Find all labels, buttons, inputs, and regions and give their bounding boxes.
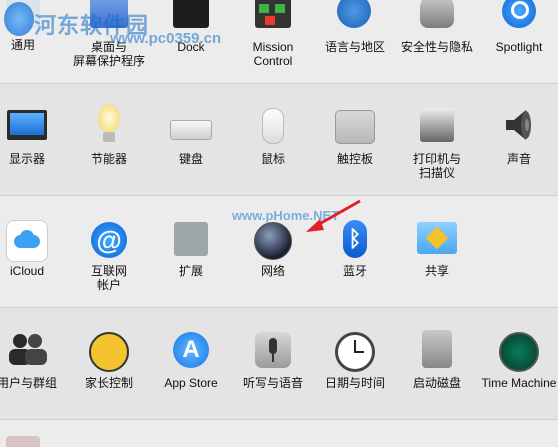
pref-extensions[interactable]: 扩展 [150, 208, 232, 303]
pref-label: 共享 [424, 264, 449, 278]
pref-label: 声音 [506, 152, 531, 166]
pref-label: 日期与时间 [324, 376, 385, 390]
pref-label: Spotlight [495, 40, 543, 54]
trackpad-icon [335, 110, 375, 144]
pref-label: 扩展 [178, 264, 203, 278]
watermark-url: www.pc0359.cn [110, 30, 222, 47]
parental-controls-icon [89, 332, 129, 372]
pref-keyboard[interactable]: 键盘 [150, 96, 232, 191]
pref-security-privacy[interactable]: 安全性与隐私 [396, 0, 478, 83]
pref-sharing[interactable]: 共享 [396, 208, 478, 303]
pref-label: 屏幕保护程序 [72, 54, 145, 68]
pref-label: 打印机与 [412, 152, 461, 166]
pref-label: 通用 [10, 38, 35, 52]
startup-disk-icon [422, 330, 452, 368]
pref-label: Time Machine [481, 376, 557, 390]
sharing-sign [425, 226, 449, 250]
users-groups-icon [9, 334, 47, 365]
pref-users-groups[interactable]: 用户与群组 [0, 320, 68, 415]
pref-date-time[interactable]: 日期与时间 [314, 320, 396, 415]
mission-control-icon [255, 0, 291, 28]
pref-label: App Store [164, 376, 218, 390]
pref-label: 帐户 [96, 278, 121, 292]
extensions-icon [174, 222, 208, 256]
sharing-icon [417, 222, 457, 254]
pref-label: 家长控制 [84, 376, 133, 390]
pointer-arrow-icon [306, 199, 361, 232]
pref-mission-control[interactable]: Mission Control [232, 0, 314, 83]
pref-label: 听写与语音 [242, 376, 303, 390]
pref-energy-saver[interactable]: 节能器 [68, 96, 150, 191]
pref-label: Control [253, 54, 293, 68]
displays-icon [7, 110, 47, 140]
pref-label: 显示器 [8, 152, 45, 166]
pref-parental-controls[interactable]: 家长控制 [68, 320, 150, 415]
app-store-icon: A [173, 332, 209, 368]
sound-icon [506, 110, 531, 140]
pref-time-machine[interactable]: Time Machine [478, 320, 558, 415]
pref-internet-accounts[interactable]: @ 互联网 帐户 [68, 208, 150, 303]
pref-trackpad[interactable]: 触控板 [314, 96, 396, 191]
printers-scanners-icon [420, 108, 454, 142]
pref-label: 用户与群组 [0, 376, 57, 390]
pref-startup-disk[interactable]: 启动磁盘 [396, 320, 478, 415]
pref-label: 节能器 [90, 152, 127, 166]
dictation-speech-icon [255, 332, 291, 368]
pref-printers-scanners[interactable]: 打印机与 扫描仪 [396, 96, 478, 191]
pref-label: 启动磁盘 [412, 376, 461, 390]
pref-displays[interactable]: 显示器 [0, 96, 68, 191]
pref-label: 互联网 [90, 264, 127, 278]
energy-saver-icon [98, 104, 120, 132]
pref-label: 触控板 [336, 152, 373, 166]
pane-section-other [0, 420, 558, 447]
pref-mouse[interactable]: 鼠标 [232, 96, 314, 191]
pref-label: 鼠标 [260, 152, 285, 166]
pref-label: 语言与地区 [324, 40, 385, 54]
partial-pref-icon[interactable] [6, 436, 40, 447]
pref-label: Mission [252, 40, 294, 54]
network-icon [254, 222, 292, 260]
keyboard-icon [170, 120, 212, 140]
language-region-icon [337, 0, 371, 28]
pref-label: 扫描仪 [418, 166, 455, 180]
spotlight-icon [502, 0, 536, 28]
pref-label: 安全性与隐私 [400, 40, 473, 54]
pref-spotlight[interactable]: Spotlight [478, 0, 558, 83]
pref-app-store[interactable]: A App Store [150, 320, 232, 415]
bulb-base [103, 132, 115, 142]
pref-label: 网络 [260, 264, 285, 278]
pref-label: iCloud [9, 264, 45, 278]
mouse-icon [262, 108, 284, 144]
security-privacy-icon [420, 0, 454, 28]
dock-icon [173, 0, 209, 28]
pref-language-region[interactable]: 语言与地区 [314, 0, 396, 83]
pref-icloud[interactable]: iCloud [0, 208, 68, 303]
time-machine-icon [499, 332, 539, 372]
pref-dictation-speech[interactable]: 听写与语音 [232, 320, 314, 415]
internet-accounts-icon: @ [91, 222, 127, 258]
pref-label: 键盘 [178, 152, 203, 166]
pref-label: 蓝牙 [342, 264, 367, 278]
watermark-logo [4, 2, 34, 36]
icloud-icon [6, 220, 48, 262]
date-time-icon [335, 332, 375, 372]
pref-sound[interactable]: 声音 [478, 96, 558, 191]
